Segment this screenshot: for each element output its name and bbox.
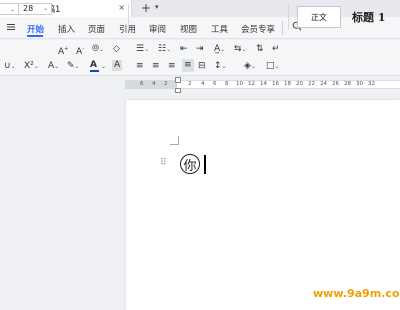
justify-icon[interactable]: ≡ — [182, 59, 194, 72]
font-size-value: 28 — [23, 4, 34, 13]
new-tab-button[interactable]: + — [141, 1, 151, 15]
sort-icon[interactable]: ⇅ — [256, 44, 264, 55]
style-normal[interactable]: 正文 — [297, 6, 341, 28]
first-line-indent-marker[interactable] — [175, 77, 181, 83]
ruler-tick-label: 16 — [272, 81, 279, 87]
toolbar-divider — [288, 4, 289, 30]
shading-icon[interactable]: ◈⌄ — [244, 61, 256, 72]
paragraph-drag-handle-icon[interactable]: ⠿ — [160, 158, 167, 168]
ruler-tick-label: 30 — [356, 81, 363, 87]
font-size-dropdown[interactable]: 28 ⌄ — [18, 3, 52, 15]
style-heading-1[interactable]: 标题 1 — [352, 9, 385, 25]
align-right-icon[interactable]: ≡ — [168, 61, 176, 72]
ruler-tick-label: 22 — [308, 81, 315, 87]
char-shading-icon[interactable]: A — [112, 60, 123, 71]
close-tab-icon[interactable]: × — [118, 3, 125, 12]
clear-format-icon[interactable]: ◇ — [113, 44, 120, 55]
distribute-icon[interactable]: ⊟ — [198, 61, 206, 72]
font-color-swatch — [90, 70, 99, 72]
text-effect-icon[interactable]: A⌄ — [48, 61, 59, 72]
ruler-tick-label: 6 — [140, 81, 144, 87]
ruler-tick-label: 8 — [225, 81, 229, 87]
highlight-icon[interactable]: ✎⌄ — [67, 61, 80, 72]
tab-list-chevron-icon[interactable]: ▾ — [155, 3, 159, 11]
font-color-dropdown[interactable]: ⌄ — [101, 63, 106, 70]
text-cursor — [204, 155, 206, 174]
enclosed-character-text: 你 — [183, 158, 197, 174]
document-page[interactable] — [126, 100, 400, 310]
watermark: www.9a9m.com — [313, 287, 400, 300]
ruler-margin — [125, 80, 177, 89]
ruler-tick-label: 10 — [236, 81, 243, 87]
menu-item-page[interactable]: 页面 — [88, 23, 105, 35]
menu-item-tools[interactable]: 工具 — [211, 23, 228, 35]
ruler-tick-label: 12 — [248, 81, 255, 87]
ruler-tick-label: 26 — [332, 81, 339, 87]
ruler-tick-label: 20 — [296, 81, 303, 87]
menu-item-insert[interactable]: 插入 — [58, 23, 75, 35]
ruler-tick-label: 4 — [201, 81, 205, 87]
line-spacing-icon[interactable]: ↕⌄ — [214, 61, 227, 72]
menu-item-review[interactable]: 审阅 — [149, 23, 166, 35]
ruler-tick-label: 4 — [152, 81, 156, 87]
ruler-tick-label: 2 — [188, 81, 192, 87]
ruler-tick-label: 28 — [344, 81, 351, 87]
margin-corner-mark — [170, 136, 179, 145]
decrease-indent-icon[interactable]: ⇤ — [180, 44, 188, 55]
align-center-icon[interactable]: ≡ — [152, 61, 160, 72]
menu-item-home[interactable]: 开始 — [27, 23, 44, 35]
grow-font-icon[interactable]: A+ — [58, 44, 68, 58]
chinese-layout-icon[interactable]: A̲⌄ — [214, 44, 225, 55]
ruler-tick-label: 18 — [284, 81, 291, 87]
font-name-dropdown[interactable]: ⌄ — [0, 3, 18, 15]
align-left-icon[interactable]: ≡ — [136, 61, 144, 72]
ruler-tick-label: 24 — [320, 81, 327, 87]
underline-icon[interactable]: ∪⌄ — [4, 61, 16, 72]
phonetic-guide-icon[interactable]: ⦾⌄ — [92, 44, 104, 55]
border-icon[interactable]: □⌄ — [266, 61, 280, 72]
menu-divider — [282, 21, 283, 35]
enclosed-character[interactable]: 你 — [180, 154, 200, 174]
ruler-tick-label: 6 — [213, 81, 217, 87]
bullet-list-icon[interactable]: ☰⌄ — [136, 44, 149, 55]
hamburger-menu-icon[interactable] — [6, 22, 16, 32]
toolbar-divider — [128, 4, 129, 30]
superscript-icon[interactable]: X²⌄ — [24, 61, 39, 72]
chevron-down-icon: ⌄ — [42, 5, 48, 12]
increase-indent-icon[interactable]: ⇥ — [196, 44, 204, 55]
active-tab-indicator — [27, 35, 43, 37]
ruler-tick-label: 14 — [260, 81, 267, 87]
style-normal-label: 正文 — [311, 12, 327, 22]
text-direction-icon[interactable]: ⇆⌄ — [234, 44, 247, 55]
numbered-list-icon[interactable]: ☷⌄ — [158, 44, 171, 55]
menu-item-view[interactable]: 视图 — [180, 23, 197, 35]
ruler-tick-label: 2 — [164, 81, 168, 87]
shrink-font-icon[interactable]: A- — [76, 44, 84, 58]
show-marks-icon[interactable]: ↵ — [272, 44, 280, 55]
ruler-tick-label: 32 — [368, 81, 375, 87]
menu-item-member[interactable]: 会员专享 — [241, 23, 275, 35]
